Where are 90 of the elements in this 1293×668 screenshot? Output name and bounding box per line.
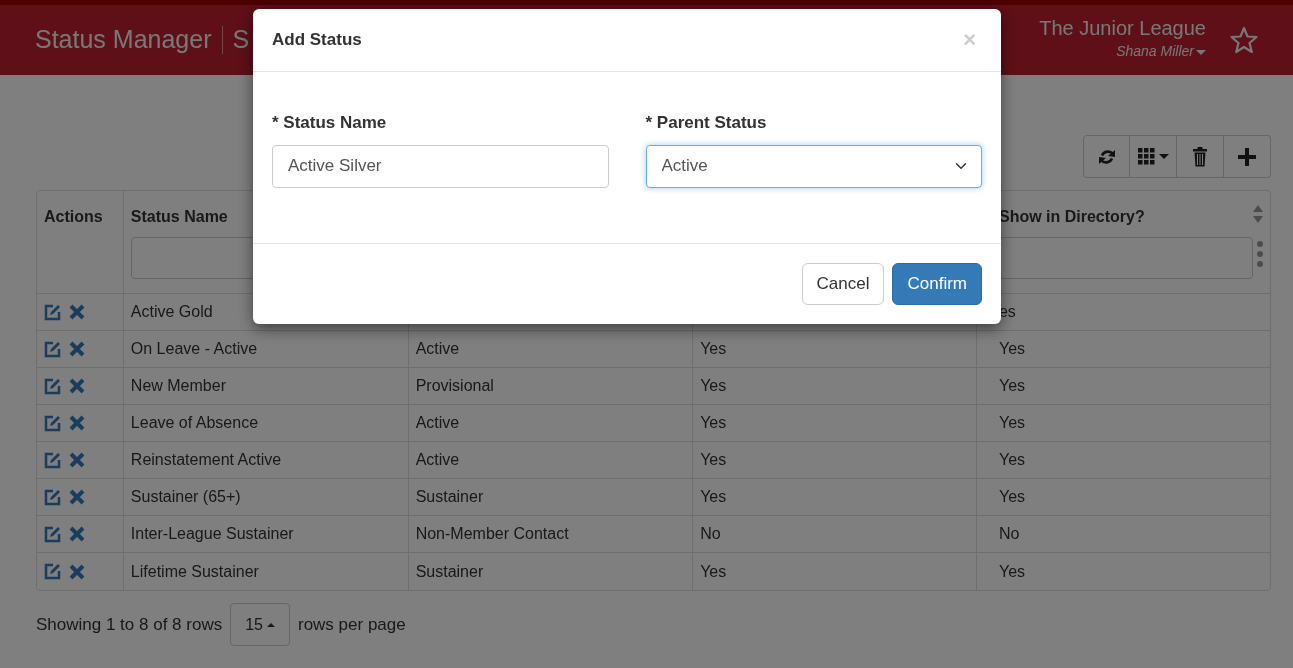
dialog-title: Add Status <box>272 29 362 52</box>
delete-link[interactable] <box>69 304 85 320</box>
edit-icon <box>44 377 61 395</box>
table-cell: Reinstatement Active <box>130 451 282 468</box>
delete-link[interactable] <box>69 489 85 505</box>
edit-icon <box>44 563 61 580</box>
star-icon <box>1230 26 1258 54</box>
column-header[interactable]: Show in Directory? <box>998 205 1145 229</box>
table-cell: No <box>700 525 721 542</box>
sort-icon <box>1253 205 1263 223</box>
close-icon <box>69 341 85 357</box>
pagination-summary: Showing 1 to 8 of 8 rows <box>36 613 223 636</box>
plus-icon <box>1238 147 1256 166</box>
organization-name: The Junior League <box>1039 17 1206 39</box>
column-header[interactable]: Status Name <box>130 205 228 229</box>
table-cell: Active <box>415 451 460 468</box>
table-cell: Sustainer <box>415 562 484 580</box>
table-cell: Non-Member Contact <box>415 525 569 542</box>
table-cell: Yes <box>998 562 1026 580</box>
table-cell: New Member <box>130 377 226 394</box>
table-cell: Yes <box>700 377 727 394</box>
table-cell: Provisional <box>415 377 494 394</box>
close-icon <box>69 563 85 580</box>
edit-icon <box>44 303 61 321</box>
delete-link[interactable] <box>69 452 85 468</box>
table-cell: Sustainer (65+) <box>130 488 241 505</box>
close-icon <box>69 452 85 468</box>
edit-link[interactable] <box>44 525 61 543</box>
delete-link[interactable] <box>69 415 85 431</box>
columns-button[interactable] <box>1130 135 1177 178</box>
table-cell: Active <box>415 340 460 357</box>
column-header[interactable]: Actions <box>44 205 103 229</box>
table-cell: Lifetime Sustainer <box>130 562 259 580</box>
edit-link[interactable] <box>44 377 61 395</box>
refresh-button[interactable] <box>1083 135 1130 178</box>
app-title: Status Manager <box>35 24 212 56</box>
cancel-button[interactable]: Cancel <box>801 262 885 305</box>
table-cell: Yes <box>998 488 1026 505</box>
dropdown-field[interactable]: Active <box>645 144 982 188</box>
refresh-icon <box>1097 147 1116 166</box>
edit-icon <box>44 488 61 506</box>
table-cell: Leave of Absence <box>130 414 259 431</box>
table-cell: Yes <box>998 451 1026 468</box>
table-cell: Yes <box>700 451 727 468</box>
edit-icon <box>44 451 61 469</box>
close-icon <box>69 304 85 320</box>
table-cell: On Leave - Active <box>130 340 258 357</box>
close-icon <box>69 415 85 431</box>
edit-link[interactable] <box>44 340 61 358</box>
more-icon <box>1256 241 1263 267</box>
filter-field[interactable] <box>998 237 1253 279</box>
table-cell: Yes <box>700 562 727 580</box>
edit-link[interactable] <box>44 563 61 580</box>
table-cell: No <box>998 525 1020 542</box>
table-cell: Yes <box>998 414 1026 431</box>
table-cell: Yes <box>700 414 727 431</box>
edit-link[interactable] <box>44 303 61 321</box>
table-cell: Active Gold <box>130 303 213 320</box>
table-cell: Yes <box>998 340 1026 357</box>
input-field[interactable]: Active Silver <box>272 144 609 188</box>
delete-link[interactable] <box>69 563 85 580</box>
table-cell: Yes <box>700 340 727 357</box>
user-menu[interactable]: Shana Miller <box>1116 43 1206 59</box>
field-label: * Status Name <box>272 112 388 134</box>
edit-link[interactable] <box>44 488 61 506</box>
trash-icon <box>1192 146 1208 167</box>
delete-link[interactable] <box>69 341 85 357</box>
edit-icon <box>44 525 61 543</box>
table-cell: Inter-League Sustainer <box>130 525 294 542</box>
grid-icon <box>1137 148 1155 165</box>
close-icon <box>69 378 85 394</box>
table-cell: Yes <box>998 377 1026 394</box>
edit-link[interactable] <box>44 414 61 432</box>
field-label: * Parent Status <box>645 112 768 134</box>
table-cell: Yes <box>700 488 727 505</box>
page-size-button[interactable]: 15 <box>230 603 290 646</box>
close-icon <box>69 489 85 505</box>
add-button[interactable] <box>1224 135 1271 178</box>
page-title: S <box>232 24 250 56</box>
edit-link[interactable] <box>44 451 61 469</box>
delete-link[interactable] <box>69 526 85 542</box>
pagination-label: rows per page <box>297 613 406 636</box>
table-cell: Sustainer <box>415 488 484 505</box>
confirm-button[interactable]: Confirm <box>892 262 982 305</box>
edit-icon <box>44 414 61 432</box>
delete-button[interactable] <box>1177 135 1224 178</box>
table-cell: Active <box>415 414 460 431</box>
delete-link[interactable] <box>69 378 85 394</box>
edit-icon <box>44 340 61 358</box>
close-icon <box>69 526 85 542</box>
